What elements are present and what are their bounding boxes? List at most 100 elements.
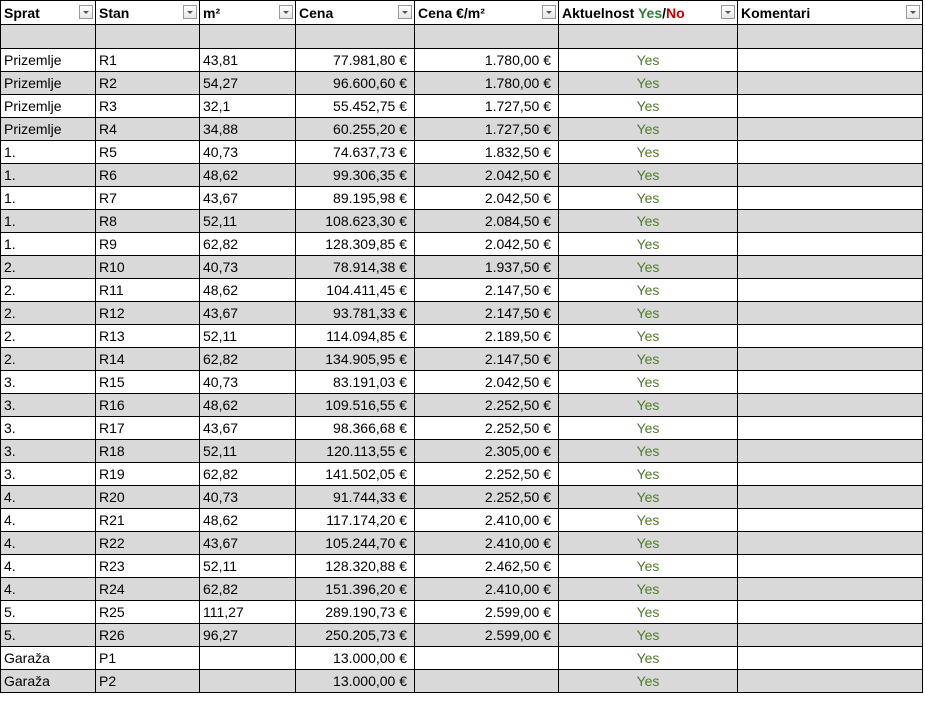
cell-sprat[interactable]: 4. — [0, 577, 96, 601]
cell-stan[interactable]: R8 — [95, 209, 200, 233]
cell[interactable] — [737, 24, 923, 49]
cell-komentar[interactable] — [737, 669, 923, 693]
cell-sprat[interactable]: 5. — [0, 623, 96, 647]
cell-stan[interactable]: R25 — [95, 600, 200, 624]
cell-m2[interactable]: 111,27 — [199, 600, 296, 624]
cell-m2[interactable]: 62,82 — [199, 232, 296, 256]
cell-m2[interactable]: 48,62 — [199, 278, 296, 302]
cell-cena[interactable]: 77.981,80 € — [295, 48, 415, 72]
cell-stan[interactable]: R6 — [95, 163, 200, 187]
cell-sprat[interactable]: 1. — [0, 232, 96, 256]
cell-cena-m2[interactable]: 2.252,50 € — [414, 393, 559, 417]
cell-komentar[interactable] — [737, 416, 923, 440]
cell-cena-m2[interactable]: 2.599,00 € — [414, 623, 559, 647]
cell-stan[interactable]: R13 — [95, 324, 200, 348]
cell-status[interactable]: Yes — [558, 324, 738, 348]
cell-m2[interactable]: 48,62 — [199, 163, 296, 187]
cell-status[interactable]: Yes — [558, 117, 738, 141]
cell-status[interactable]: Yes — [558, 301, 738, 325]
cell-m2[interactable]: 48,62 — [199, 393, 296, 417]
cell-status[interactable]: Yes — [558, 439, 738, 463]
cell-komentar[interactable] — [737, 508, 923, 532]
filter-dropdown-icon[interactable] — [542, 5, 556, 19]
filter-dropdown-icon[interactable] — [906, 5, 920, 19]
cell-cena-m2[interactable]: 2.042,50 € — [414, 370, 559, 394]
cell-m2[interactable]: 62,82 — [199, 577, 296, 601]
cell-cena[interactable]: 78.914,38 € — [295, 255, 415, 279]
cell-sprat[interactable]: 1. — [0, 209, 96, 233]
cell-sprat[interactable]: 4. — [0, 531, 96, 555]
cell-m2[interactable]: 43,67 — [199, 531, 296, 555]
cell-cena[interactable]: 98.366,68 € — [295, 416, 415, 440]
cell-stan[interactable]: R26 — [95, 623, 200, 647]
cell[interactable] — [414, 24, 559, 49]
cell-stan[interactable]: R18 — [95, 439, 200, 463]
cell-cena-m2[interactable]: 2.462,50 € — [414, 554, 559, 578]
cell-m2[interactable]: 48,62 — [199, 508, 296, 532]
cell-status[interactable]: Yes — [558, 48, 738, 72]
cell-stan[interactable]: R1 — [95, 48, 200, 72]
cell-sprat[interactable]: 2. — [0, 324, 96, 348]
cell-cena[interactable]: 141.502,05 € — [295, 462, 415, 486]
cell-stan[interactable]: P2 — [95, 669, 200, 693]
cell-m2[interactable]: 43,67 — [199, 416, 296, 440]
cell-m2[interactable]: 43,81 — [199, 48, 296, 72]
cell[interactable] — [558, 24, 738, 49]
cell-status[interactable]: Yes — [558, 462, 738, 486]
cell-m2[interactable]: 32,1 — [199, 94, 296, 118]
cell-status[interactable]: Yes — [558, 94, 738, 118]
cell-sprat[interactable]: 4. — [0, 508, 96, 532]
cell-m2[interactable] — [199, 669, 296, 693]
cell-cena[interactable]: 134.905,95 € — [295, 347, 415, 371]
cell-cena[interactable]: 99.306,35 € — [295, 163, 415, 187]
cell-sprat[interactable]: 3. — [0, 416, 96, 440]
cell-cena[interactable]: 250.205,73 € — [295, 623, 415, 647]
cell-status[interactable]: Yes — [558, 531, 738, 555]
column-header-m2[interactable]: m² — [199, 0, 296, 25]
cell-komentar[interactable] — [737, 140, 923, 164]
cell-sprat[interactable]: 3. — [0, 439, 96, 463]
cell-cena[interactable]: 96.600,60 € — [295, 71, 415, 95]
cell-status[interactable]: Yes — [558, 508, 738, 532]
filter-dropdown-icon[interactable] — [79, 5, 93, 19]
cell-sprat[interactable]: 2. — [0, 347, 96, 371]
cell[interactable] — [199, 24, 296, 49]
cell-sprat[interactable]: 1. — [0, 163, 96, 187]
cell-komentar[interactable] — [737, 278, 923, 302]
cell-stan[interactable]: R23 — [95, 554, 200, 578]
cell-cena[interactable]: 104.411,45 € — [295, 278, 415, 302]
cell-stan[interactable]: R11 — [95, 278, 200, 302]
cell[interactable] — [95, 24, 200, 49]
cell-sprat[interactable]: 1. — [0, 140, 96, 164]
cell-komentar[interactable] — [737, 48, 923, 72]
cell-cena-m2[interactable]: 2.410,00 € — [414, 508, 559, 532]
filter-dropdown-icon[interactable] — [398, 5, 412, 19]
cell-status[interactable]: Yes — [558, 370, 738, 394]
cell-status[interactable]: Yes — [558, 232, 738, 256]
cell-cena-m2[interactable]: 1.727,50 € — [414, 117, 559, 141]
cell-stan[interactable]: R2 — [95, 71, 200, 95]
cell-stan[interactable]: R15 — [95, 370, 200, 394]
cell-m2[interactable]: 40,73 — [199, 255, 296, 279]
cell-m2[interactable]: 62,82 — [199, 462, 296, 486]
cell-cena-m2[interactable] — [414, 669, 559, 693]
cell-status[interactable]: Yes — [558, 278, 738, 302]
cell-status[interactable]: Yes — [558, 71, 738, 95]
cell-cena[interactable]: 74.637,73 € — [295, 140, 415, 164]
cell-m2[interactable]: 54,27 — [199, 71, 296, 95]
cell-komentar[interactable] — [737, 623, 923, 647]
cell-sprat[interactable]: 4. — [0, 485, 96, 509]
cell-komentar[interactable] — [737, 600, 923, 624]
cell-cena-m2[interactable]: 2.042,50 € — [414, 232, 559, 256]
cell-stan[interactable]: R16 — [95, 393, 200, 417]
cell-sprat[interactable]: Prizemlje — [0, 117, 96, 141]
cell-sprat[interactable]: 2. — [0, 278, 96, 302]
column-header-stan[interactable]: Stan — [95, 0, 200, 25]
column-header-komentari[interactable]: Komentari — [737, 0, 923, 25]
cell-komentar[interactable] — [737, 531, 923, 555]
cell-komentar[interactable] — [737, 94, 923, 118]
cell-cena-m2[interactable]: 2.042,50 € — [414, 186, 559, 210]
cell-cena-m2[interactable]: 2.147,50 € — [414, 347, 559, 371]
cell-m2[interactable]: 52,11 — [199, 554, 296, 578]
cell-m2[interactable]: 52,11 — [199, 324, 296, 348]
